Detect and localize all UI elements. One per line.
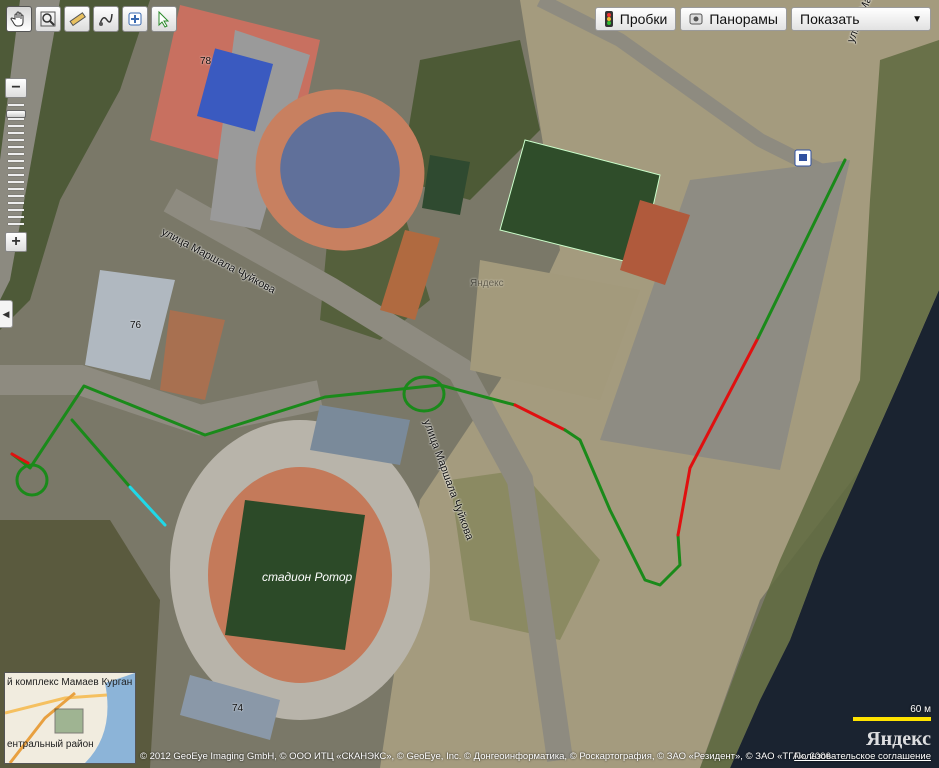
scale-label: 60 м: [910, 704, 931, 715]
zoom-tick[interactable]: [8, 188, 24, 190]
scale-line: [853, 717, 931, 721]
zoom-tick[interactable]: [8, 195, 24, 197]
route-icon[interactable]: [93, 6, 119, 32]
zoom-tick[interactable]: [8, 209, 24, 211]
zoom-tick[interactable]: [8, 153, 24, 155]
satellite-map[interactable]: [0, 0, 939, 768]
zoom-tick[interactable]: [8, 125, 24, 127]
zoom-thumb[interactable]: [6, 110, 26, 119]
zoom-tick[interactable]: [8, 216, 24, 218]
bus-stop-icon[interactable]: [794, 149, 812, 167]
zoom-tick[interactable]: [8, 139, 24, 141]
chevron-left-icon: ◀: [2, 308, 10, 319]
agreement-link[interactable]: Пользовательское соглашение: [794, 751, 931, 762]
hand-icon[interactable]: [6, 6, 32, 32]
minimap-label-bottom: ентральный район: [7, 739, 94, 750]
zoom-tick[interactable]: [8, 202, 24, 204]
panoramas-label: Панорамы: [709, 11, 778, 27]
traffic-button[interactable]: Пробки: [594, 7, 677, 31]
zoom-tick[interactable]: [8, 160, 24, 162]
building-number-pool: 78: [200, 56, 212, 67]
map-toolbar: [6, 6, 177, 32]
traffic-label: Пробки: [619, 11, 668, 27]
zoom-tick[interactable]: [8, 181, 24, 183]
zoom-slider[interactable]: [5, 100, 27, 230]
ruler-icon[interactable]: [64, 6, 90, 32]
zoom-tick[interactable]: [8, 167, 24, 169]
zoom-out-button[interactable]: −: [5, 78, 27, 98]
panoramas-button[interactable]: Панорамы: [680, 7, 787, 31]
pointer-icon[interactable]: [151, 6, 177, 32]
minimap[interactable]: й комплекс Мамаев Курган ентральный райо…: [4, 672, 136, 764]
map-watermark: Яндекс: [470, 278, 504, 289]
zoom-control: − +: [5, 78, 27, 252]
chevron-down-icon: ▼: [912, 13, 922, 25]
building-number-south: 74: [232, 703, 244, 714]
show-dropdown[interactable]: Показать ▼: [791, 7, 931, 31]
traffic-light-icon: [604, 11, 613, 27]
show-label: Показать: [800, 11, 860, 27]
add-point-icon[interactable]: [122, 6, 148, 32]
zoom-tick[interactable]: [8, 118, 24, 120]
copyright-text: © 2012 GeoEye Imaging GmbH, © ООО ИТЦ «С…: [140, 751, 831, 762]
zoom-tick[interactable]: [8, 146, 24, 148]
stadium-label: стадион Ротор: [262, 570, 353, 584]
zoom-in-button[interactable]: +: [5, 232, 27, 252]
zoom-tick[interactable]: [8, 174, 24, 176]
zoom-tick[interactable]: [8, 104, 24, 106]
zoom-tick[interactable]: [8, 132, 24, 134]
minimap-label-top: й комплекс Мамаев Курган: [7, 677, 133, 688]
building-number-arena: 76: [130, 320, 142, 331]
panorama-icon: [689, 13, 703, 25]
scale-bar: 60 м: [853, 704, 931, 721]
zoom-tick[interactable]: [8, 223, 24, 225]
magnifier-icon[interactable]: [35, 6, 61, 32]
map-layer-controls: Пробки Панорамы Показать ▼: [594, 7, 931, 31]
yandex-logo: Яндекс: [866, 728, 931, 750]
side-panel-toggle[interactable]: ◀: [0, 300, 13, 328]
